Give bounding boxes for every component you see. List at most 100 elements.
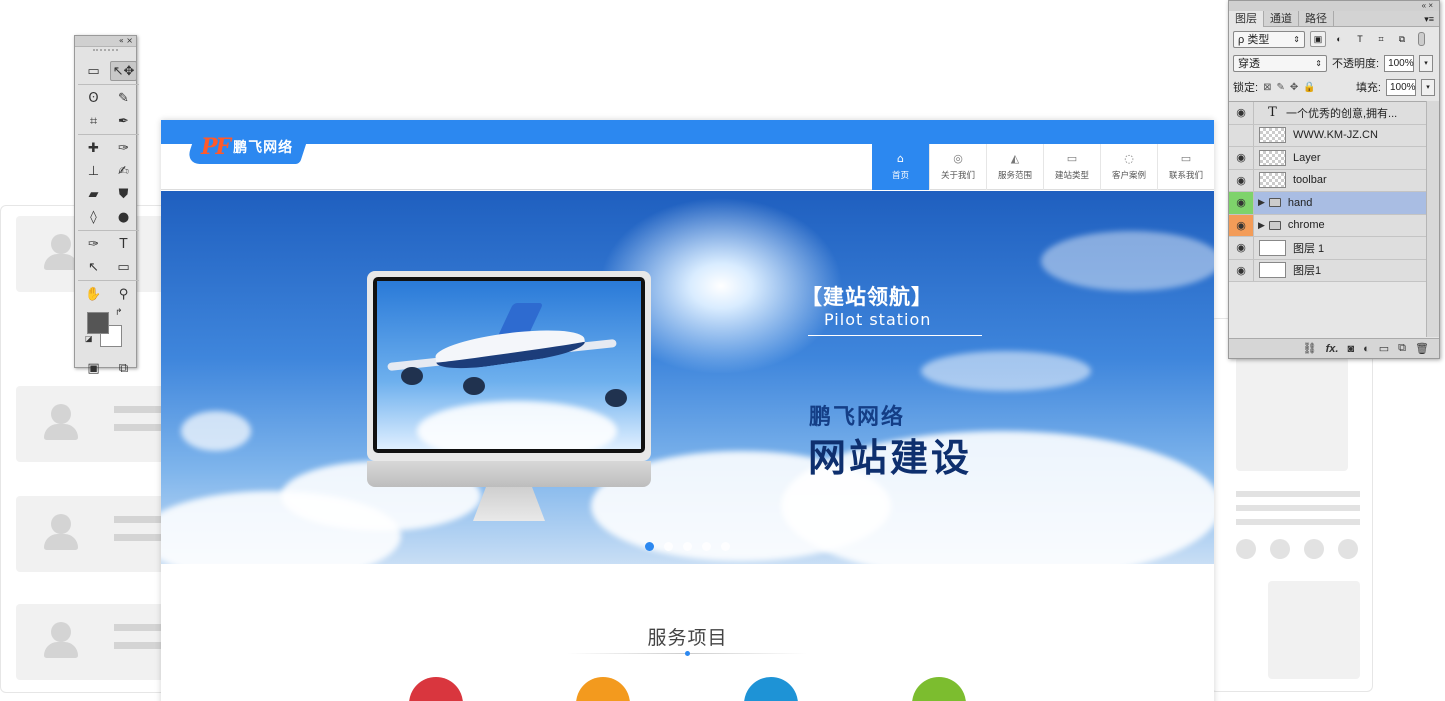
clone-stamp-tool-icon[interactable]: ⊥: [80, 161, 107, 181]
layer-row[interactable]: ◉ 图层1: [1229, 259, 1426, 282]
lock-pixels-icon[interactable]: ✎: [1276, 82, 1284, 93]
filter-type-icon[interactable]: T: [1352, 31, 1368, 47]
filter-toggle[interactable]: [1418, 32, 1425, 46]
layer-row[interactable]: WWW.KM-JZ.CN: [1229, 124, 1426, 147]
move-tool-icon[interactable]: ↖✥: [110, 61, 137, 81]
lock-all-icon[interactable]: 🔒: [1303, 82, 1315, 93]
eye-icon[interactable]: ◉: [1229, 192, 1254, 214]
service-icon-1[interactable]: [409, 677, 463, 701]
blend-mode-select[interactable]: 穿透 ⇕: [1233, 54, 1327, 72]
layers-panel-titlebar[interactable]: « ×: [1229, 1, 1439, 11]
nav-home[interactable]: ⌂ 首页: [872, 144, 929, 190]
eye-icon[interactable]: ◉: [1229, 237, 1254, 259]
delete-layer-icon[interactable]: 🗑: [1415, 342, 1429, 355]
default-colors-icon[interactable]: ◪: [85, 334, 93, 343]
nav-services[interactable]: ◭ 服务范围: [986, 144, 1043, 190]
nav-about[interactable]: ◎ 关于我们: [929, 144, 986, 190]
new-layer-icon[interactable]: ⧉: [1398, 342, 1406, 355]
eraser-tool-icon[interactable]: ▰: [80, 184, 107, 204]
tools-panel-titlebar[interactable]: « ×: [75, 36, 136, 47]
logo-text: 鹏飞网络: [233, 140, 294, 156]
pen-tool-icon[interactable]: ✑: [80, 234, 107, 254]
type-tool-icon[interactable]: T: [110, 234, 137, 254]
monitor-illustration: [367, 271, 651, 461]
filter-adjustment-icon[interactable]: ◐: [1331, 31, 1347, 47]
quick-mask-icon[interactable]: ▣: [80, 358, 107, 378]
lock-position-icon[interactable]: ✥: [1290, 82, 1298, 93]
eye-icon[interactable]: ◉: [1229, 147, 1254, 169]
zoom-tool-icon[interactable]: ⚲: [110, 284, 137, 304]
brush-tool-icon[interactable]: ✑: [110, 138, 137, 158]
layer-row[interactable]: ◉ ▶ chrome: [1229, 214, 1426, 237]
tools-panel-grip[interactable]: [93, 49, 118, 57]
layer-row[interactable]: ◉ 图层 1: [1229, 237, 1426, 260]
lasso-tool-icon[interactable]: ʘ: [80, 88, 107, 108]
history-brush-tool-icon[interactable]: ✍: [110, 161, 137, 181]
eyedropper-tool-icon[interactable]: ✒: [110, 111, 137, 131]
paint-bucket-tool-icon[interactable]: ⛊: [110, 184, 137, 204]
layer-style-icon[interactable]: fx.: [1326, 343, 1339, 355]
marquee-tool-icon[interactable]: ▭: [80, 61, 107, 81]
layer-filter-select[interactable]: ρ 类型 ⇕: [1233, 30, 1305, 48]
slider-dot[interactable]: [721, 542, 730, 551]
fill-dropdown-icon[interactable]: ▾: [1421, 78, 1435, 96]
lock-transparent-icon[interactable]: ⊠: [1263, 82, 1271, 93]
expand-arrow-icon[interactable]: ▶: [1258, 220, 1265, 231]
healing-brush-tool-icon[interactable]: ✚: [80, 138, 107, 158]
layer-row[interactable]: ◉ toolbar: [1229, 169, 1426, 192]
service-icon-3[interactable]: [744, 677, 798, 701]
slider-dot[interactable]: [683, 542, 692, 551]
layer-name: chrome: [1287, 219, 1325, 232]
layer-name: Layer: [1293, 151, 1321, 164]
eye-icon[interactable]: ◉: [1229, 214, 1254, 236]
eye-icon[interactable]: ◉: [1229, 259, 1254, 281]
blur-tool-icon[interactable]: ◊: [80, 207, 107, 227]
nav-cases[interactable]: ◌ 客户案例: [1100, 144, 1157, 190]
service-icon-4[interactable]: [912, 677, 966, 701]
user-icon: ◎: [953, 152, 963, 165]
panel-menu-icon[interactable]: ▾≡: [1424, 11, 1439, 26]
service-icon-2[interactable]: [576, 677, 630, 701]
path-selection-tool-icon[interactable]: ↖: [80, 257, 107, 277]
fill-input[interactable]: 100%: [1386, 78, 1416, 96]
foreground-color-swatch[interactable]: [87, 312, 109, 334]
tab-paths[interactable]: 路径: [1299, 11, 1334, 27]
new-group-icon[interactable]: ▭: [1379, 342, 1389, 355]
crop-tool-icon[interactable]: ⌗: [80, 111, 107, 131]
wireframe-image-icon: [1236, 357, 1348, 471]
add-mask-icon[interactable]: ◙: [1347, 343, 1354, 355]
quick-selection-tool-icon[interactable]: ✎: [110, 88, 137, 108]
eye-icon[interactable]: ◉: [1229, 102, 1254, 124]
adjustment-layer-icon[interactable]: ◐: [1363, 343, 1370, 355]
site-logo[interactable]: PF 鹏飞网络: [201, 134, 293, 160]
opacity-input[interactable]: 100%: [1384, 54, 1415, 72]
filter-pixel-icon[interactable]: ▣: [1310, 31, 1326, 47]
nav-site-types[interactable]: ▭ 建站类型: [1043, 144, 1100, 190]
screen-mode-icon[interactable]: ⧉: [110, 358, 137, 378]
slider-dot[interactable]: [645, 542, 654, 551]
link-layers-icon[interactable]: ⛓: [1303, 342, 1317, 355]
slider-dot[interactable]: [702, 542, 711, 551]
eye-hidden-toggle[interactable]: [1229, 124, 1254, 146]
text-layer-icon: T: [1268, 105, 1277, 121]
tab-channels[interactable]: 通道: [1264, 11, 1299, 27]
swap-colors-icon[interactable]: ↱: [115, 308, 123, 318]
nav-contact[interactable]: ▭ 联系我们: [1157, 144, 1214, 190]
layer-row[interactable]: ◉ ▶ hand: [1229, 192, 1426, 215]
slider-dot[interactable]: [664, 542, 673, 551]
hand-tool-icon[interactable]: ✋: [80, 284, 107, 304]
layer-name: 图层1: [1293, 265, 1322, 278]
dodge-tool-icon[interactable]: ●: [110, 207, 137, 227]
layer-row[interactable]: ◉ Layer: [1229, 147, 1426, 170]
layers-scrollbar[interactable]: [1426, 101, 1439, 337]
apple-logo-icon: [367, 461, 651, 487]
expand-arrow-icon[interactable]: ▶: [1258, 197, 1265, 208]
opacity-dropdown-icon[interactable]: ▾: [1419, 54, 1434, 72]
filter-shape-icon[interactable]: ⌗: [1373, 31, 1389, 47]
layer-row[interactable]: ◉ T 一个优秀的创意,拥有...: [1229, 102, 1426, 125]
tab-layers[interactable]: 图层: [1229, 11, 1264, 27]
eye-icon[interactable]: ◉: [1229, 169, 1254, 191]
rectangle-tool-icon[interactable]: ▭: [110, 257, 137, 277]
filter-smart-object-icon[interactable]: ⧉: [1394, 31, 1410, 47]
fill-label: 填充:: [1355, 82, 1381, 94]
